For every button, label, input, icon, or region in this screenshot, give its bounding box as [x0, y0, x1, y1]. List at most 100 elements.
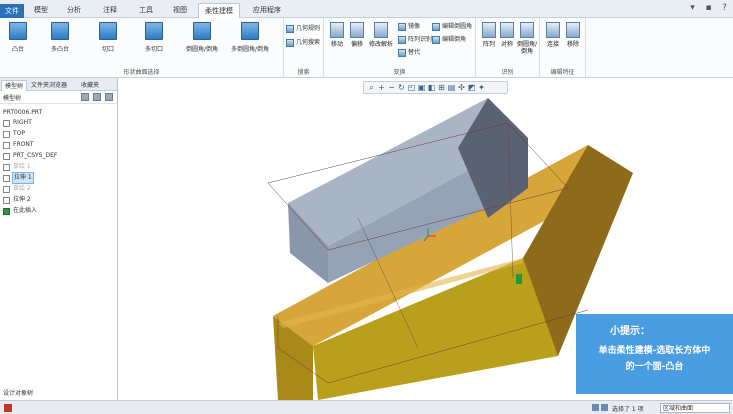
tip-box: 小提示： 单击柔性建模-选取长方体中 的一个面-凸台 — [576, 314, 733, 394]
tab-analysis[interactable]: 分析 — [60, 3, 88, 18]
selection-mode-icon[interactable] — [601, 404, 608, 411]
model-tree-title: 模型树 — [3, 95, 22, 102]
search-icon[interactable]: ▪ — [704, 4, 713, 13]
tree-item-extrude-1[interactable]: 拉伸 1 — [3, 172, 34, 184]
model-tree-tools — [81, 93, 113, 101]
model-tree-panel: 模型树 文件夹浏览器 收藏夹 模型树 PRT0006.PRT RIGHT TOP… — [0, 78, 118, 400]
selection-filter-dropdown[interactable]: 区域和曲面 — [660, 403, 730, 413]
tree-item-insert-here[interactable]: 在此插入 — [3, 206, 37, 216]
zoom-in-icon[interactable]: + — [377, 83, 386, 92]
multi-round-chamfer-button[interactable]: 多倒圆角/倒角 — [228, 22, 272, 62]
drag-handle[interactable] — [516, 274, 522, 284]
tree-columns-icon[interactable] — [105, 93, 113, 101]
tab-tools[interactable]: 工具 — [132, 3, 160, 18]
selection-count: 选择了 1 项 — [612, 406, 644, 413]
tree-item-part[interactable]: PRT0006.PRT — [3, 108, 42, 118]
tab-flexible-modeling[interactable]: 柔性建模 — [198, 3, 240, 18]
attach-icon — [546, 22, 560, 38]
cut-button[interactable]: 切口 — [90, 22, 126, 62]
annotation-icon[interactable]: ▤ — [447, 83, 456, 92]
tab-favorites[interactable]: 收藏夹 — [78, 80, 102, 91]
remove-button[interactable]: 移除 — [562, 22, 584, 62]
tree-settings-icon[interactable] — [81, 93, 89, 101]
status-bar: 选择了 1 项 区域和曲面 — [0, 400, 733, 414]
tree-item-csys[interactable]: PRT_CSYS_DEF — [3, 151, 57, 161]
tab-annotate[interactable]: 注释 — [96, 3, 124, 18]
geometry-rule-button[interactable]: 几何规则 — [286, 24, 320, 34]
multi-boss-icon — [51, 22, 69, 40]
window-controls: ▾ ▪ ? — [688, 4, 729, 13]
edit-chamfer-button[interactable]: 编辑倒角 — [432, 35, 466, 45]
sketch-icon — [3, 185, 10, 193]
symmetry-icon — [500, 22, 514, 38]
app-window: 文件 模型 分析 注释 工具 视图 柔性建模 应用程序 ▾ ▪ ? 凸台 多凸台… — [0, 0, 733, 414]
extrude-icon — [3, 174, 10, 182]
tip-line-1: 单击柔性建模-选取长方体中 — [598, 346, 711, 356]
attach-button[interactable]: 连接 — [542, 22, 564, 62]
group-label-edit-feature: 编辑特征 — [550, 69, 575, 76]
tab-view[interactable]: 视图 — [166, 3, 194, 18]
tree-item-top[interactable]: TOP — [3, 129, 25, 139]
ribbon-group-edit-feature: 连接 移除 编辑特征 — [540, 18, 586, 78]
move-button[interactable]: 移动 — [326, 22, 348, 62]
saved-views-icon[interactable]: ▣ — [417, 83, 426, 92]
edit-round-icon — [432, 23, 440, 31]
move-icon — [330, 22, 344, 38]
remove-icon — [566, 22, 580, 38]
tree-filter-icon[interactable] — [93, 93, 101, 101]
edit-round-button[interactable]: 编辑倒圆角 — [432, 22, 472, 32]
multi-boss-button[interactable]: 多凸台 — [42, 22, 78, 62]
tree-item-right[interactable]: RIGHT — [3, 118, 32, 128]
display-style-icon[interactable]: ◧ — [427, 83, 436, 92]
message-log-icon[interactable] — [4, 404, 12, 412]
substitute-icon — [398, 49, 406, 57]
multi-round-chamfer-icon — [241, 22, 259, 40]
tree-item-sketch-2[interactable]: 草绘 2 — [3, 184, 31, 194]
zoom-out-icon[interactable]: − — [387, 83, 396, 92]
tab-model-tree[interactable]: 模型树 — [1, 80, 28, 91]
tab-folder-browser[interactable]: 文件夹浏览器 — [28, 80, 70, 91]
zoom-fit-icon[interactable]: ⌕ — [367, 83, 376, 92]
pattern-icon — [482, 22, 496, 38]
offset-button[interactable]: 偏移 — [346, 22, 368, 62]
tab-file[interactable]: 文件 — [0, 4, 24, 18]
group-label-shape-selection: 形状曲面选择 — [123, 69, 160, 76]
ribbon-group-recognize: 阵列 对称 倒圆角/倒角 识别 — [476, 18, 540, 78]
mirror-button[interactable]: 镜像 — [398, 22, 420, 32]
appearance-icon[interactable]: ✦ — [477, 83, 486, 92]
minimize-icon[interactable]: ▾ — [688, 4, 697, 13]
datum-plane-icon — [3, 130, 10, 138]
boss-button[interactable]: 凸台 — [0, 22, 36, 62]
spin-center-icon[interactable]: ✣ — [457, 83, 466, 92]
perspective-icon[interactable]: ◩ — [467, 83, 476, 92]
datum-display-icon[interactable]: ⊞ — [437, 83, 446, 92]
view-toolbar: ⌕ + − ↻ ◰ ▣ ◧ ⊞ ▤ ✣ ◩ ✦ — [363, 81, 508, 94]
orient-icon[interactable]: ◰ — [407, 83, 416, 92]
csys-icon — [3, 152, 10, 160]
panel-tabs: 模型树 文件夹浏览器 收藏夹 — [0, 78, 117, 91]
status-icons — [592, 404, 608, 412]
ribbon: 凸台 多凸台 切口 多切口 倒圆角/倒角 多倒圆角/倒角 形状曲面选择 几何规则… — [0, 18, 733, 78]
multi-cut-button[interactable]: 多切口 — [136, 22, 172, 62]
design-object-tree-label: 设计对象树 — [3, 390, 34, 397]
geometry-search-button[interactable]: 几何搜索 — [286, 38, 320, 48]
tree-item-sketch-1[interactable]: 草绘 1 — [3, 162, 31, 172]
tree-item-front[interactable]: FRONT — [3, 140, 34, 150]
pattern-recognition-button[interactable]: 阵列识别 — [398, 35, 432, 45]
tip-line-2: 的一个面-凸台 — [625, 362, 684, 372]
round-chamfer-button[interactable]: 倒圆角/倒角 — [182, 22, 222, 62]
repaint-icon[interactable]: ↻ — [397, 83, 406, 92]
insert-arrow-icon — [3, 207, 10, 215]
help-icon[interactable]: ? — [720, 4, 729, 13]
modify-analytic-button[interactable]: 修改解析 — [368, 22, 394, 62]
selection-filter-icon[interactable] — [592, 404, 599, 411]
boss-icon — [9, 22, 27, 40]
recognize-round-chamfer-button[interactable]: 倒圆角/倒角 — [514, 22, 540, 62]
tree-item-extrude-2[interactable]: 拉伸 2 — [3, 195, 31, 205]
cut-icon — [99, 22, 117, 40]
tab-model[interactable]: 模型 — [28, 3, 54, 18]
tab-applications[interactable]: 应用程序 — [246, 3, 288, 18]
substitute-button[interactable]: 替代 — [398, 48, 420, 58]
modify-analytic-icon — [374, 22, 388, 38]
datum-plane-icon — [3, 119, 10, 127]
